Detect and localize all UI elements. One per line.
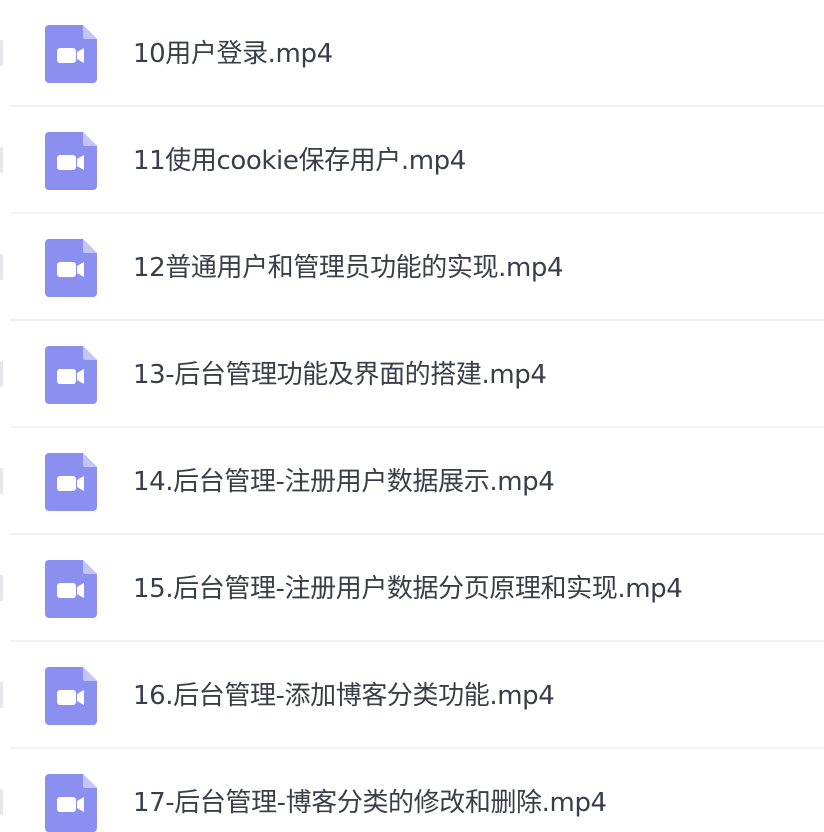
- row-edge-marker: [0, 575, 3, 601]
- row-edge-marker: [0, 789, 3, 815]
- file-list: 10用户登录.mp4 11使用cookie保存用户.mp4 12普通用户和管理员…: [0, 0, 824, 832]
- file-name: 13-后台管理功能及界面的搭建.mp4: [133, 360, 547, 390]
- list-item[interactable]: 11使用cookie保存用户.mp4: [0, 107, 824, 214]
- row-edge-marker: [0, 40, 3, 66]
- file-name: 15.后台管理-注册用户数据分页原理和实现.mp4: [133, 574, 683, 604]
- video-file-icon: [45, 453, 97, 511]
- file-name: 16.后台管理-添加博客分类功能.mp4: [133, 681, 555, 711]
- list-item[interactable]: 17-后台管理-博客分类的修改和删除.mp4: [0, 749, 824, 832]
- file-name: 10用户登录.mp4: [133, 39, 333, 69]
- row-edge-marker: [0, 682, 3, 708]
- list-item[interactable]: 15.后台管理-注册用户数据分页原理和实现.mp4: [0, 535, 824, 642]
- file-name: 12普通用户和管理员功能的实现.mp4: [133, 253, 564, 283]
- video-file-icon: [45, 774, 97, 832]
- video-file-icon: [45, 25, 97, 83]
- row-edge-marker: [0, 147, 3, 173]
- video-file-icon: [45, 132, 97, 190]
- row-edge-marker: [0, 361, 3, 387]
- list-item[interactable]: 13-后台管理功能及界面的搭建.mp4: [0, 321, 824, 428]
- file-name: 17-后台管理-博客分类的修改和删除.mp4: [133, 788, 607, 818]
- file-name: 14.后台管理-注册用户数据展示.mp4: [133, 467, 555, 497]
- list-item[interactable]: 16.后台管理-添加博客分类功能.mp4: [0, 642, 824, 749]
- video-file-icon: [45, 560, 97, 618]
- file-name: 11使用cookie保存用户.mp4: [133, 146, 466, 176]
- row-edge-marker: [0, 468, 3, 494]
- video-file-icon: [45, 667, 97, 725]
- list-item[interactable]: 12普通用户和管理员功能的实现.mp4: [0, 214, 824, 321]
- row-edge-marker: [0, 254, 3, 280]
- list-item[interactable]: 14.后台管理-注册用户数据展示.mp4: [0, 428, 824, 535]
- video-file-icon: [45, 346, 97, 404]
- video-file-icon: [45, 239, 97, 297]
- list-item[interactable]: 10用户登录.mp4: [0, 0, 824, 107]
